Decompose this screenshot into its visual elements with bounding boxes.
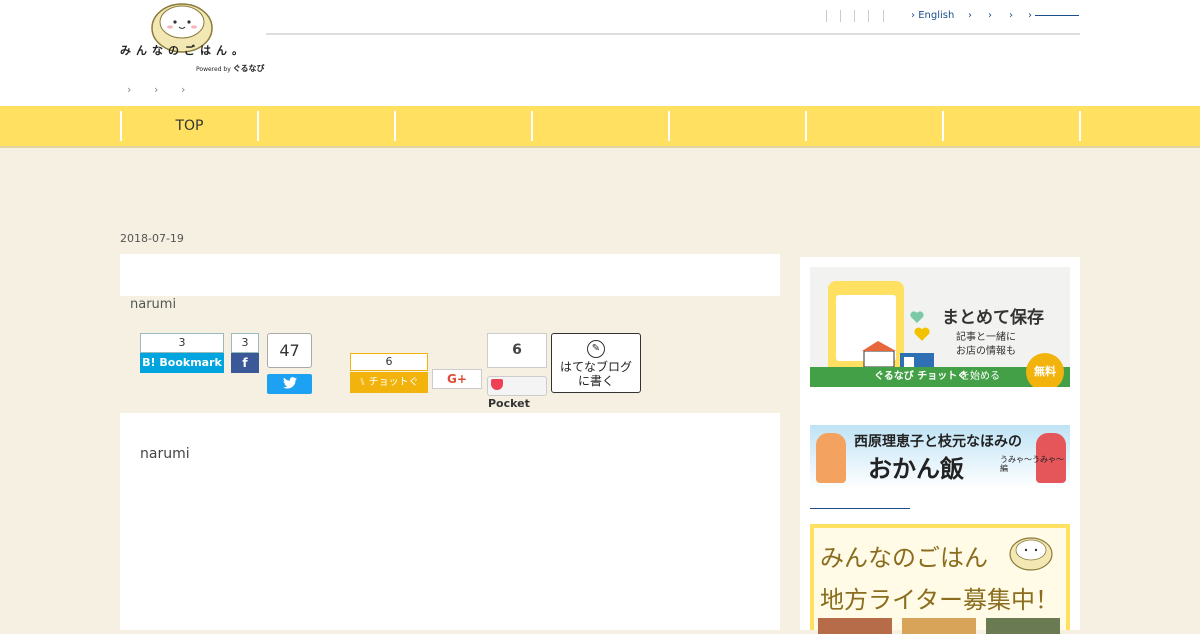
breadcrumb-chevron-icon[interactable]: ›: [154, 83, 158, 96]
food-photo: [902, 618, 976, 634]
chevron-right-icon: ›: [911, 10, 915, 21]
pocket-count[interactable]: 6: [487, 333, 547, 368]
link-separator: [854, 10, 855, 22]
link-separator: [883, 10, 884, 22]
article-body: narumi: [120, 413, 780, 630]
chevron-right-icon: ›: [968, 10, 972, 21]
twitter-share-button[interactable]: [267, 374, 312, 394]
pocket-icon: [491, 379, 503, 390]
nav-divider: [1079, 111, 1081, 141]
chotto-count[interactable]: 6: [350, 353, 428, 371]
okanmeshi-line1: 西原理恵子と枝元なほみの: [854, 434, 1022, 450]
top-link-3[interactable]: ›: [988, 10, 992, 21]
chevron-right-icon: ›: [1009, 10, 1013, 21]
top-links: › English › › › ›: [800, 9, 1080, 25]
top-link-label: English: [918, 10, 955, 21]
promo-strip-brand: ぐるなび チョットぐ: [874, 371, 968, 382]
chotto-promo-banner[interactable]: まとめて保存 記事と一緒に お店の情報も ぐるなび チョットぐ を始める 無料: [810, 267, 1070, 387]
okanmeshi-tag: うみゃ～うみゃ～編: [1000, 455, 1064, 473]
hatena-bookmark-count[interactable]: 3: [140, 333, 224, 353]
chotto-label: チョットぐ: [368, 377, 419, 388]
promo-subtext: 記事と一緒に お店の情報も: [956, 331, 1016, 359]
promo-subtext-line: お店の情報も: [956, 346, 1016, 357]
link-separator: [826, 10, 827, 22]
pocket-label: Pocket: [488, 397, 530, 410]
nav-item-3[interactable]: [394, 111, 531, 141]
breadcrumb-chevron-icon[interactable]: ›: [181, 83, 185, 96]
okanmeshi-title: おかん飯: [868, 455, 964, 483]
facebook-share-count[interactable]: 3: [231, 333, 259, 353]
article-title: [120, 254, 780, 296]
top-link-english[interactable]: › English: [911, 10, 954, 21]
hatena-b-icon: B!: [142, 356, 156, 369]
pocket-button[interactable]: Pocket: [487, 376, 547, 410]
hatena-blog-write-button[interactable]: ✎ はてなブログ に書く: [551, 333, 641, 393]
powered-prefix: Powered by: [196, 66, 231, 73]
link-separator: [868, 10, 869, 22]
facebook-icon: f: [242, 356, 248, 370]
body-author: narumi: [140, 446, 190, 462]
nav-item-7[interactable]: [942, 111, 1079, 141]
header-divider: [266, 33, 1080, 35]
brand-name: みんなのごはん。: [120, 44, 248, 57]
google-plus-button[interactable]: G+: [432, 369, 482, 389]
site-logo[interactable]: みんなのごはん。 Powered by ぐるなび: [118, 2, 268, 74]
okanmeshi-banner[interactable]: 西原理恵子と枝元なほみの おかん飯 うみゃ～うみゃ～編: [810, 425, 1070, 489]
facebook-share-button[interactable]: f: [231, 353, 259, 373]
top-link-2[interactable]: ›: [968, 10, 972, 21]
promo-subtext-line: 記事と一緒に: [956, 332, 1016, 343]
global-nav: TOP: [0, 106, 1200, 148]
powered-by: Powered by ぐるなび: [196, 63, 265, 74]
hatena-bookmark-label: Bookmark: [159, 356, 222, 369]
chotto-button[interactable]: ⑊ チョットぐ: [350, 372, 428, 393]
powered-brand: ぐるなび: [232, 64, 265, 73]
twitter-share-count[interactable]: 47: [267, 333, 312, 368]
fork-knife-icon: ⑊: [359, 377, 366, 388]
sidebar-link[interactable]: [810, 508, 910, 509]
character-left-icon: [816, 433, 846, 483]
nav-item-5[interactable]: [668, 111, 805, 141]
recruit-line1: みんなのごはん: [820, 544, 988, 572]
chevron-right-icon: ›: [988, 10, 992, 21]
food-photo: [818, 618, 892, 634]
twitter-bird-icon: [282, 377, 297, 389]
shop-icon: [862, 341, 934, 368]
nav-item-top[interactable]: TOP: [120, 111, 257, 141]
rice-bowl-icon: [1009, 537, 1053, 571]
hatena-blog-line1: はてなブログ: [559, 360, 632, 374]
free-badge: 無料: [1026, 353, 1064, 387]
link-separator: [840, 10, 841, 22]
breadcrumb-chevron-icon[interactable]: ›: [127, 83, 131, 96]
sidebar: まとめて保存 記事と一緒に お店の情報も ぐるなび チョットぐ を始める 無料 西…: [800, 257, 1080, 634]
nav-item-6[interactable]: [805, 111, 942, 141]
writer-recruit-banner[interactable]: みんなのごはん 地方ライター募集中！: [810, 524, 1070, 634]
nav-item-4[interactable]: [531, 111, 668, 141]
hatena-bookmark-button[interactable]: B! Bookmark: [140, 353, 224, 373]
pen-icon: ✎: [587, 340, 605, 358]
top-link-4[interactable]: ›: [1009, 10, 1013, 21]
article-date: 2018-07-19: [120, 232, 184, 245]
nav-item-label: TOP: [175, 118, 204, 134]
article-author[interactable]: narumi: [130, 297, 176, 312]
hatena-blog-line2: に書く: [577, 374, 614, 388]
nav-item-2[interactable]: [257, 111, 394, 141]
food-photo: [986, 618, 1060, 634]
heart-icon: [910, 311, 924, 323]
chevron-right-icon: ›: [1028, 10, 1032, 21]
promo-strip-suffix: を始める: [960, 371, 1000, 382]
site-header: みんなのごはん。 Powered by ぐるなび › English › › ›…: [0, 0, 1200, 106]
promo-headline: まとめて保存: [942, 308, 1044, 328]
recruit-line2: 地方ライター募集中！: [820, 586, 1060, 614]
top-link-5[interactable]: ›: [1028, 10, 1080, 21]
